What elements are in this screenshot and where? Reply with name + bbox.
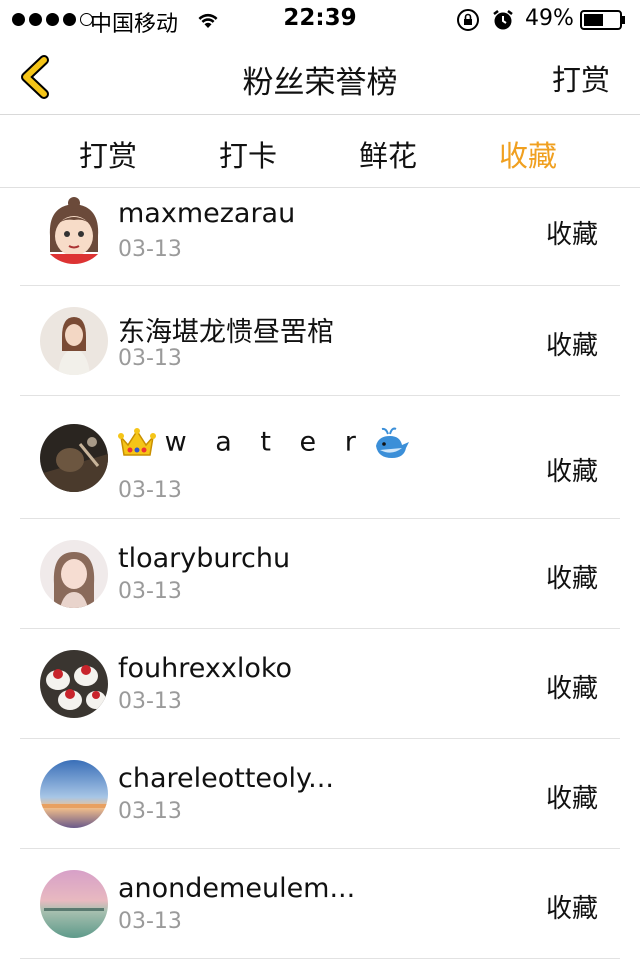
cartoon-girl-avatar [40,196,108,264]
list-item[interactable]: w a t e r 03-13 收藏 [0,396,640,519]
divider [20,958,620,959]
favorite-label: 收藏 [545,564,598,594]
date-label: 03-13 [118,346,182,371]
sunset-avatar [40,760,108,828]
favorite-label: 收藏 [545,457,598,487]
date-label: 03-13 [118,237,182,262]
user-name: maxmezarau [118,198,296,229]
list-item[interactable]: fouhrexxloko 03-13 收藏 [0,629,640,739]
navigation-bar: 粉丝荣誉榜 打赏 [0,40,640,115]
list-item[interactable]: tloaryburchu 03-13 收藏 [0,519,640,629]
dark-photo-avatar [40,424,108,492]
user-name: tloaryburchu [118,543,291,574]
date-label: 03-13 [118,478,182,503]
tab-checkin[interactable]: 打卡 [188,133,308,175]
tab-flowers[interactable]: 鲜花 [328,133,448,175]
crown-icon [118,428,156,456]
page-title: 粉丝荣誉榜 [242,65,398,101]
date-label: 03-13 [118,689,182,714]
favorite-label: 收藏 [545,220,598,250]
user-name: anondemeulem... [118,873,356,904]
user-name-text: w a t e r [164,426,366,458]
list-item[interactable]: 东海堪龙愦昼罟棺 03-13 收藏 [0,286,640,396]
user-name: fouhrexxloko [118,653,293,684]
pink-sky-avatar [40,870,108,938]
rotation-lock-icon [457,9,479,31]
list-item[interactable]: maxmezarau 03-13 收藏 [0,188,640,286]
reward-button[interactable]: 打赏 [552,57,610,99]
user-name: chareleotteoly... [118,763,334,794]
favorite-label: 收藏 [545,894,598,924]
user-name: w a t e r [118,426,410,460]
whale-icon [376,427,410,458]
date-label: 03-13 [118,579,182,604]
date-label: 03-13 [118,799,182,824]
battery-percentage: 49% [525,6,574,31]
fan-list: maxmezarau 03-13 收藏 东海堪龙愦昼罟棺 03-13 收藏 w … [0,188,640,959]
tab-reward[interactable]: 打赏 [48,133,168,175]
tab-bar: 打赏 打卡 鲜花 收藏 [0,115,640,188]
alarm-icon [493,10,513,30]
battery-icon [580,10,625,30]
status-bar: 中国移动 22:39 49% [0,0,640,40]
girl-portrait-avatar [40,540,108,608]
list-item[interactable]: chareleotteoly... 03-13 收藏 [0,739,640,849]
favorite-label: 收藏 [545,784,598,814]
favorite-label: 收藏 [545,674,598,704]
favorite-label: 收藏 [545,331,598,361]
cupcakes-avatar [40,650,108,718]
date-label: 03-13 [118,909,182,934]
user-name: 东海堪龙愦昼罟棺 [118,317,334,348]
girl-photo-avatar [40,307,108,375]
tab-favorites[interactable]: 收藏 [468,133,588,175]
list-item[interactable]: anondemeulem... 03-13 收藏 [0,849,640,959]
